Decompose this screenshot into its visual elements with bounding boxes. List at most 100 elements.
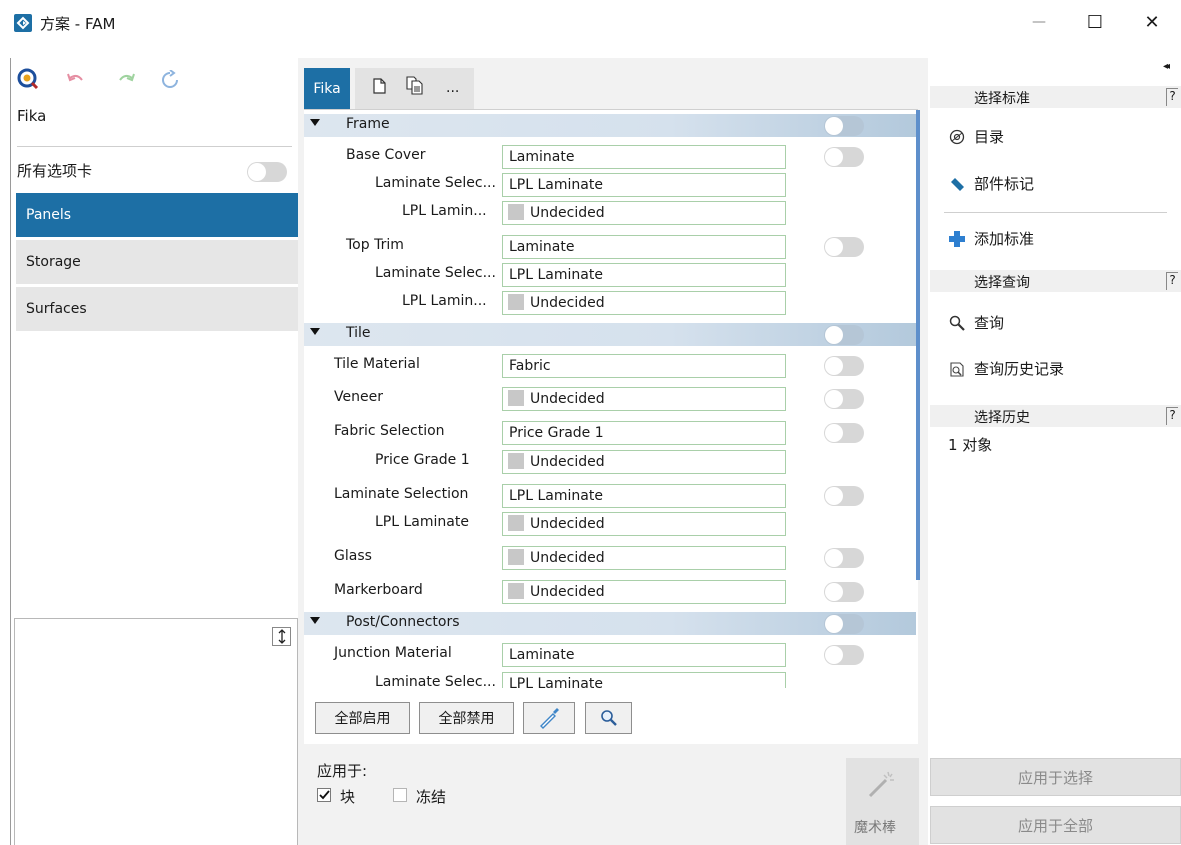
property-toggle[interactable]: [824, 237, 864, 257]
close-button[interactable]: ✕: [1124, 0, 1180, 44]
section-frame[interactable]: Frame: [304, 114, 916, 137]
eyedropper-button[interactable]: [523, 702, 575, 734]
value-text: Laminate: [509, 149, 575, 165]
property-label: Markerboard: [334, 582, 423, 598]
property-value[interactable]: Undecided: [502, 580, 786, 604]
block-checkbox[interactable]: [317, 788, 331, 802]
category-surfaces[interactable]: Surfaces: [16, 287, 298, 331]
value-text: Laminate: [509, 647, 575, 663]
property-value[interactable]: Undecided: [502, 450, 786, 474]
part-tag-item[interactable]: 部件标记: [948, 173, 1034, 194]
category-storage[interactable]: Storage: [16, 240, 298, 284]
property-value[interactable]: Laminate: [502, 643, 786, 667]
property-value[interactable]: LPL Laminate: [502, 173, 786, 197]
section-toggle[interactable]: [824, 325, 864, 345]
window-title: 方案 - FAM: [40, 15, 116, 33]
property-toggle[interactable]: [824, 356, 864, 376]
collapse-pane-button[interactable]: ◂◂: [1163, 61, 1170, 72]
scrollbar[interactable]: [916, 110, 920, 580]
disable-all-button[interactable]: 全部禁用: [419, 702, 514, 734]
query-logo-icon[interactable]: [17, 68, 39, 90]
property-value[interactable]: LPL Laminate: [502, 263, 786, 287]
property-value[interactable]: Fabric: [502, 354, 786, 378]
search-button[interactable]: [585, 702, 632, 734]
query-item[interactable]: 查询: [948, 312, 1004, 333]
maximize-button[interactable]: ☐: [1067, 0, 1123, 44]
property-toggle[interactable]: [824, 548, 864, 568]
property-value[interactable]: Undecided: [502, 291, 786, 315]
title-bar: 方案 - FAM — ☐ ✕: [0, 0, 1181, 44]
section-toggle[interactable]: [824, 116, 864, 136]
tab-fika[interactable]: Fika: [304, 68, 350, 109]
property-label: LPL Laminate: [375, 514, 469, 530]
new-page-icon[interactable]: [373, 78, 386, 94]
property-label: Glass: [334, 548, 372, 564]
category-label: Storage: [26, 254, 81, 270]
section-title: Post/Connectors: [346, 614, 460, 630]
property-toggle[interactable]: [824, 147, 864, 167]
collapse-triangle-icon[interactable]: [310, 617, 320, 625]
property-label: Laminate Selec...: [375, 175, 496, 191]
refresh-icon[interactable]: [160, 70, 180, 90]
query-history-item[interactable]: 查询历史记录: [948, 358, 1064, 379]
property-label: Price Grade 1: [375, 452, 470, 468]
property-label: Laminate Selec...: [375, 674, 496, 688]
tag-icon: [948, 176, 966, 192]
catalog-item[interactable]: 目录: [948, 126, 1004, 147]
property-value[interactable]: Laminate: [502, 235, 786, 259]
button-label: 应用于选择: [1017, 768, 1093, 787]
section-post-connectors[interactable]: Post/Connectors: [304, 612, 916, 635]
eyedropper-icon: [538, 707, 560, 729]
color-swatch: [508, 583, 524, 599]
window-frame-edge: [10, 58, 11, 845]
all-tabs-toggle[interactable]: [247, 162, 287, 182]
property-value[interactable]: Price Grade 1: [502, 421, 786, 445]
add-icon: [948, 230, 966, 247]
resize-icon[interactable]: [272, 627, 291, 646]
section-tile[interactable]: Tile: [304, 323, 916, 346]
value-text: Undecided: [530, 391, 605, 407]
help-button[interactable]: ?: [1166, 88, 1178, 106]
property-value[interactable]: Undecided: [502, 201, 786, 225]
property-value[interactable]: Undecided: [502, 546, 786, 570]
category-panels[interactable]: Panels: [16, 193, 298, 237]
help-button[interactable]: ?: [1166, 272, 1178, 290]
property-toggle[interactable]: [824, 645, 864, 665]
more-tabs-button[interactable]: ...: [446, 80, 459, 96]
magnifier-icon: [948, 315, 966, 331]
property-toggle[interactable]: [824, 486, 864, 506]
copy-page-icon[interactable]: [406, 76, 424, 95]
value-text: Undecided: [530, 550, 605, 566]
property-toggle[interactable]: [824, 423, 864, 443]
property-value[interactable]: Undecided: [502, 387, 786, 411]
property-value[interactable]: LPL Laminate: [502, 484, 786, 508]
apply-to-selection-button[interactable]: 应用于选择: [930, 758, 1181, 796]
section-toggle[interactable]: [824, 614, 864, 634]
minimize-button[interactable]: —: [1011, 0, 1067, 44]
undo-icon[interactable]: [66, 72, 86, 88]
value-text: LPL Laminate: [509, 676, 603, 688]
catalog-icon: [948, 129, 966, 145]
collapse-triangle-icon[interactable]: [310, 119, 320, 127]
enable-all-button[interactable]: 全部启用: [315, 702, 410, 734]
property-label: Fabric Selection: [334, 423, 445, 439]
apply-to-all-button[interactable]: 应用于全部: [930, 806, 1181, 844]
select-criteria-header: 选择标准 ?: [930, 86, 1181, 108]
select-history-header: 选择历史 ?: [930, 405, 1181, 427]
property-value[interactable]: LPL Laminate: [502, 672, 786, 688]
color-swatch: [508, 515, 524, 531]
collapse-triangle-icon[interactable]: [310, 328, 320, 336]
redo-icon[interactable]: [116, 72, 136, 88]
property-toggle[interactable]: [824, 582, 864, 602]
freeze-checkbox[interactable]: [393, 788, 407, 802]
all-tabs-label: 所有选项卡: [17, 162, 93, 180]
property-toggle[interactable]: [824, 389, 864, 409]
value-text: Price Grade 1: [509, 425, 604, 441]
property-value[interactable]: Undecided: [502, 512, 786, 536]
category-label: Surfaces: [26, 301, 87, 317]
help-button[interactable]: ?: [1166, 407, 1178, 425]
item-label: 查询历史记录: [974, 360, 1065, 378]
property-value[interactable]: Laminate: [502, 145, 786, 169]
divider: [17, 146, 292, 147]
add-criteria-item[interactable]: 添加标准: [948, 228, 1034, 249]
